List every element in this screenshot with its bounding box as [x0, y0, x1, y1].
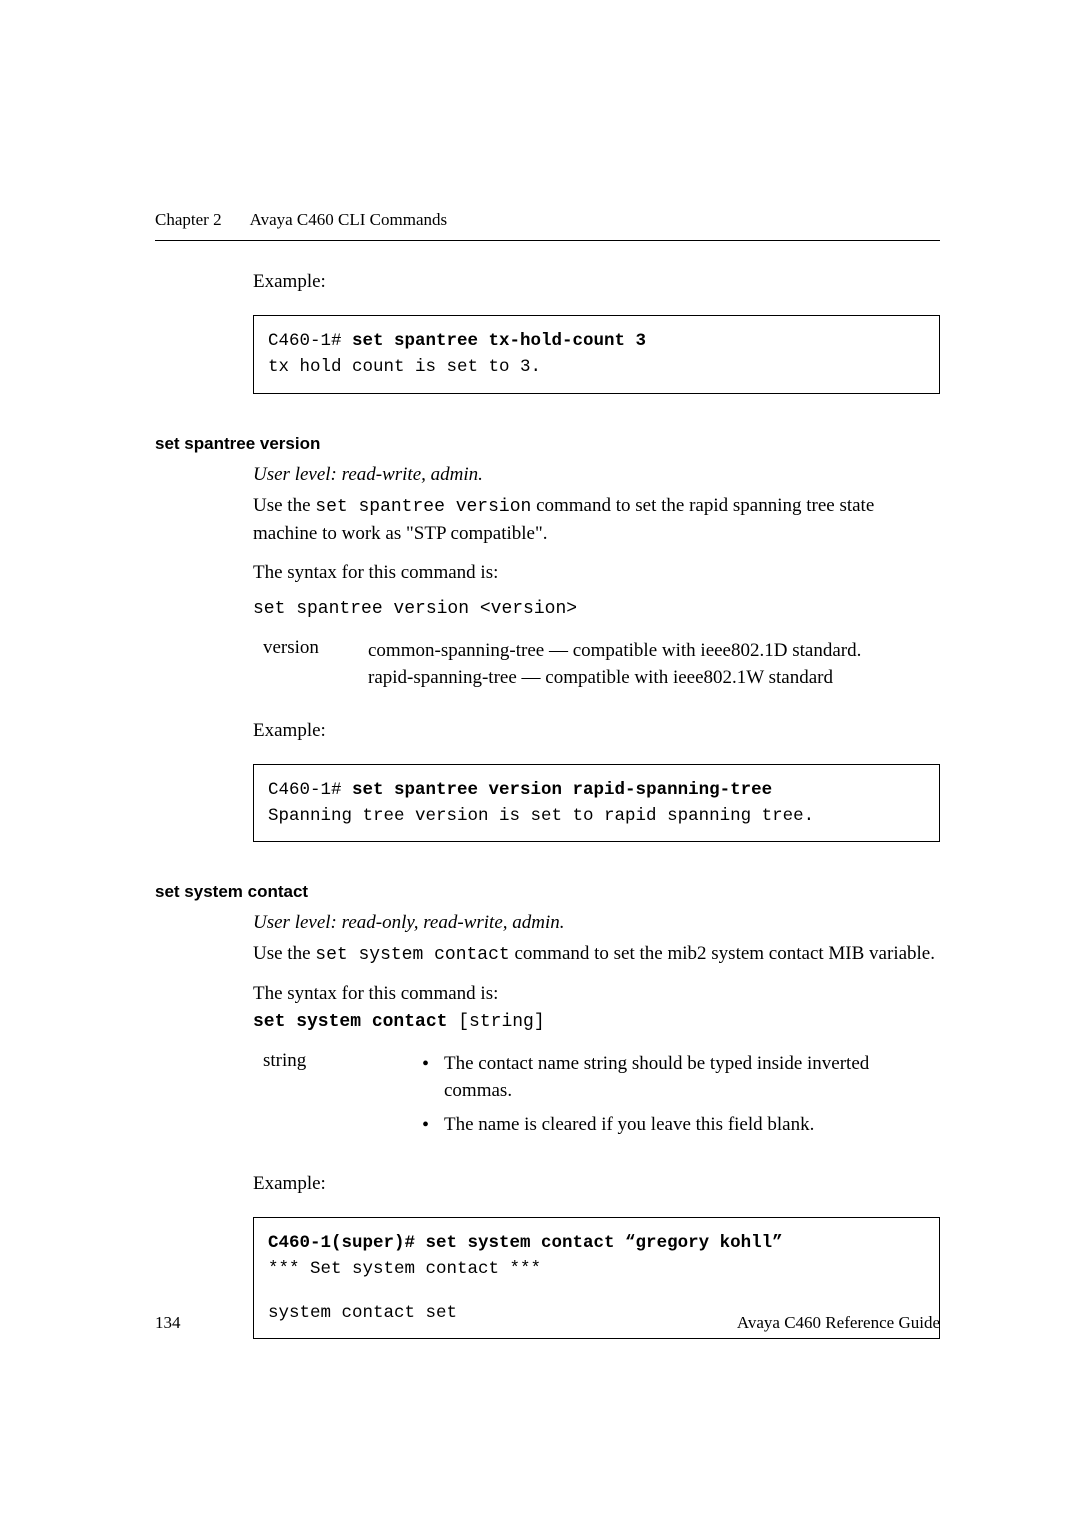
user-level: User level: read-only, read-write, admin… — [253, 912, 940, 934]
desc-inline-code: set system contact — [315, 945, 509, 965]
param-desc-line: common-spanning-tree — compatible with i… — [368, 637, 940, 665]
syntax-intro: The syntax for this command is: — [253, 980, 940, 1008]
cli-output: Spanning tree version is set to rapid sp… — [268, 803, 925, 829]
desc-inline-code: set spantree version — [315, 497, 531, 517]
param-bullet: The name is cleared if you leave this fi… — [418, 1111, 940, 1139]
cli-command: C460-1(super)# set system contact “grego… — [268, 1233, 783, 1253]
param-desc: The contact name string should be typed … — [418, 1050, 940, 1145]
cli-command: set spantree tx-hold-count 3 — [352, 331, 646, 351]
param-name: string — [263, 1050, 338, 1145]
syntax-cmd: set system contact — [253, 1012, 447, 1032]
syntax-line: set system contact [string] — [253, 1012, 940, 1032]
param-table: version common-spanning-tree — compatibl… — [253, 637, 940, 692]
syntax-arg: [string] — [447, 1012, 544, 1032]
doc-title: Avaya C460 Reference Guide — [737, 1313, 940, 1333]
section-heading-system-contact: set system contact — [155, 882, 940, 902]
chapter-title: Avaya C460 CLI Commands — [250, 210, 448, 230]
desc-prefix: Use the — [253, 943, 315, 964]
desc-prefix: Use the — [253, 495, 315, 516]
cli-output: *** Set system contact *** — [268, 1256, 925, 1282]
code-example-txhold: C460-1# set spantree tx-hold-count 3 tx … — [253, 315, 940, 394]
cli-prompt: C460-1# — [268, 331, 352, 351]
param-bullet: The contact name string should be typed … — [418, 1050, 940, 1105]
section-heading-spantree-version: set spantree version — [155, 434, 940, 454]
param-desc-line: rapid-spanning-tree — compatible with ie… — [368, 664, 940, 692]
cli-prompt: C460-1# — [268, 780, 352, 800]
example-label: Example: — [253, 1173, 940, 1195]
chapter-number: Chapter 2 — [155, 210, 222, 230]
cli-command: set spantree version rapid-spanning-tree — [352, 780, 772, 800]
param-name: version — [263, 637, 338, 692]
syntax-line: set spantree version <version> — [253, 599, 940, 619]
page-footer: 134 Avaya C460 Reference Guide — [155, 1313, 940, 1333]
page-number: 134 — [155, 1313, 181, 1333]
syntax-intro: The syntax for this command is: — [253, 559, 940, 587]
command-description: Use the set spantree version command to … — [253, 492, 940, 548]
desc-suffix: command to set the mib2 system contact M… — [510, 943, 935, 964]
example-label: Example: — [253, 271, 940, 293]
param-table: string The contact name string should be… — [253, 1050, 940, 1145]
code-example-spantree-version: C460-1# set spantree version rapid-spann… — [253, 764, 940, 843]
user-level: User level: read-write, admin. — [253, 464, 940, 486]
example-label: Example: — [253, 720, 940, 742]
cli-output: tx hold count is set to 3. — [268, 354, 925, 380]
chapter-header: Chapter 2 Avaya C460 CLI Commands — [155, 210, 940, 241]
param-desc: common-spanning-tree — compatible with i… — [368, 637, 940, 692]
command-description: Use the set system contact command to se… — [253, 940, 940, 968]
